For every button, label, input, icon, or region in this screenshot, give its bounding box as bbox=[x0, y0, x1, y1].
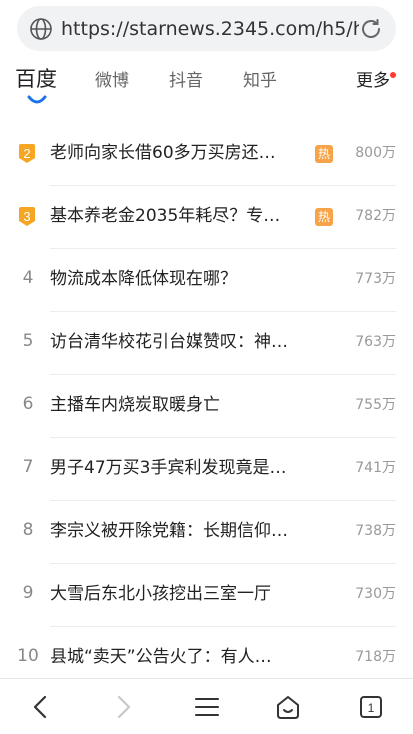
list-item[interactable]: 8 李宗义被开除党籍：长期信仰… 738万 bbox=[0, 501, 413, 564]
tab-douyin[interactable]: 抖音 bbox=[169, 69, 203, 93]
item-title[interactable]: 访台清华校花引台媒赞叹：神… bbox=[50, 330, 298, 354]
list-item[interactable]: 4 物流成本降低体现在哪？ 773万 bbox=[0, 249, 413, 312]
svg-text:3: 3 bbox=[23, 209, 30, 224]
item-count: 755万 bbox=[355, 397, 396, 413]
address-bar[interactable]: https://starnews.2345.com/h5/h bbox=[17, 6, 396, 51]
item-count: 718万 bbox=[355, 649, 396, 665]
globe-icon bbox=[30, 18, 52, 40]
rank-number: 9 bbox=[22, 583, 34, 603]
menu-icon[interactable] bbox=[193, 693, 221, 721]
item-count: 782万 bbox=[355, 208, 396, 224]
rank-number: 10 bbox=[17, 646, 39, 666]
item-count: 738万 bbox=[355, 523, 396, 539]
list-item[interactable]: 2 老师向家长借60多万买房还… 热 800万 bbox=[0, 123, 413, 186]
item-count: 800万 bbox=[355, 145, 396, 161]
item-title[interactable]: 李宗义被开除党籍：长期信仰… bbox=[50, 519, 298, 543]
rank-number: 7 bbox=[22, 457, 34, 477]
svg-text:2: 2 bbox=[23, 146, 30, 161]
svg-text:1: 1 bbox=[368, 701, 375, 715]
item-title[interactable]: 基本养老金2035年耗尽？专… bbox=[50, 204, 308, 228]
tab-baidu[interactable]: 百度 bbox=[15, 67, 57, 91]
source-tabs: 百度 微博 抖音 知乎 更多 bbox=[0, 56, 413, 118]
url-text[interactable]: https://starnews.2345.com/h5/h bbox=[61, 17, 359, 41]
tab-weibo[interactable]: 微博 bbox=[95, 69, 129, 93]
item-title[interactable]: 大雪后东北小孩挖出三室一厅 bbox=[50, 582, 298, 606]
list-item[interactable]: 3 基本养老金2035年耗尽？专… 热 782万 bbox=[0, 186, 413, 249]
item-title[interactable]: 县城“卖天”公告火了：有人… bbox=[50, 645, 298, 669]
rank-number: 5 bbox=[22, 331, 34, 351]
hot-badge: 热 bbox=[315, 208, 333, 226]
item-title[interactable]: 老师向家长借60多万买房还… bbox=[50, 141, 308, 165]
item-count: 741万 bbox=[355, 460, 396, 476]
hot-badge: 热 bbox=[315, 145, 333, 163]
item-count: 763万 bbox=[355, 334, 396, 350]
item-title[interactable]: 男子47万买3手宾利发现竟是… bbox=[50, 456, 298, 480]
rank-number: 6 bbox=[22, 394, 34, 414]
tabs-icon[interactable]: 1 bbox=[357, 693, 385, 721]
notification-dot bbox=[390, 72, 396, 78]
item-title[interactable]: 物流成本降低体现在哪？ bbox=[50, 267, 298, 291]
bottom-toolbar: 1 bbox=[0, 678, 413, 734]
list-item[interactable]: 6 主播车内烧炭取暖身亡 755万 bbox=[0, 375, 413, 438]
active-tab-indicator bbox=[27, 95, 47, 104]
item-title[interactable]: 主播车内烧炭取暖身亡 bbox=[50, 393, 298, 417]
home-icon[interactable] bbox=[274, 693, 302, 721]
list-item[interactable]: 7 男子47万买3手宾利发现竟是… 741万 bbox=[0, 438, 413, 501]
item-count: 773万 bbox=[355, 271, 396, 287]
address-bar-area: https://starnews.2345.com/h5/h bbox=[0, 0, 413, 56]
rank-number: 4 bbox=[22, 268, 34, 288]
reload-icon[interactable] bbox=[358, 16, 384, 42]
forward-icon[interactable] bbox=[109, 693, 137, 721]
tab-more[interactable]: 更多 bbox=[356, 69, 390, 93]
list-item[interactable]: 9 大雪后东北小孩挖出三室一厅 730万 bbox=[0, 564, 413, 627]
list-item[interactable]: 5 访台清华校花引台媒赞叹：神… 763万 bbox=[0, 312, 413, 375]
rank-badge-icon: 2 bbox=[19, 144, 35, 163]
rank-badge-icon: 3 bbox=[19, 207, 35, 226]
rank-number: 8 bbox=[22, 520, 34, 540]
tab-zhihu[interactable]: 知乎 bbox=[243, 69, 277, 93]
back-icon[interactable] bbox=[27, 693, 55, 721]
item-count: 730万 bbox=[355, 586, 396, 602]
